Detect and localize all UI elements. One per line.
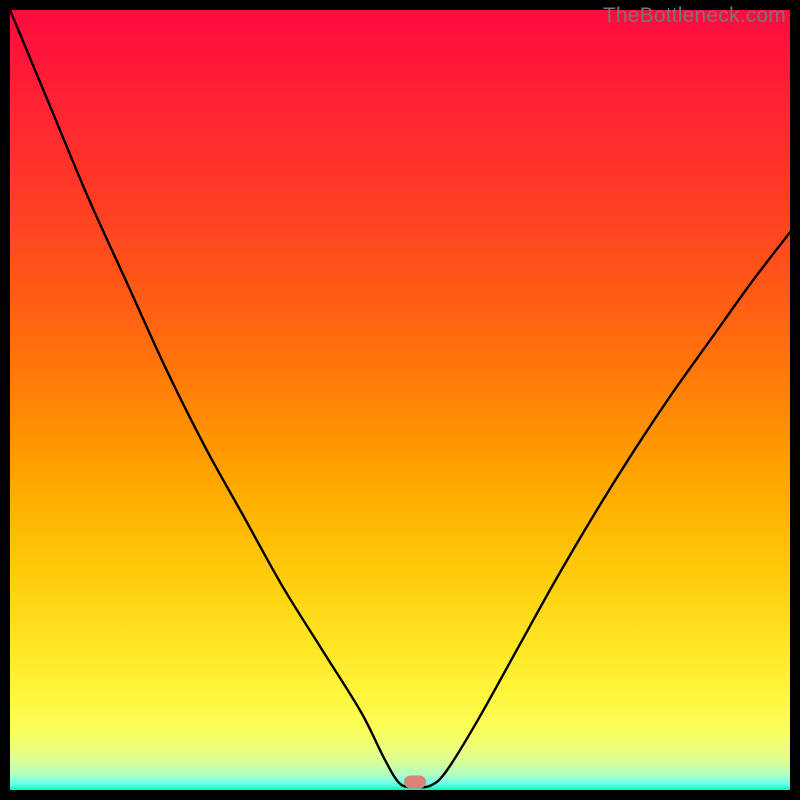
optimal-point-marker: [404, 776, 426, 789]
chart-plot-area: [10, 10, 790, 790]
chart-frame: TheBottleneck.com: [0, 0, 800, 800]
watermark-text: TheBottleneck.com: [603, 4, 786, 28]
bottleneck-curve: [10, 10, 790, 790]
